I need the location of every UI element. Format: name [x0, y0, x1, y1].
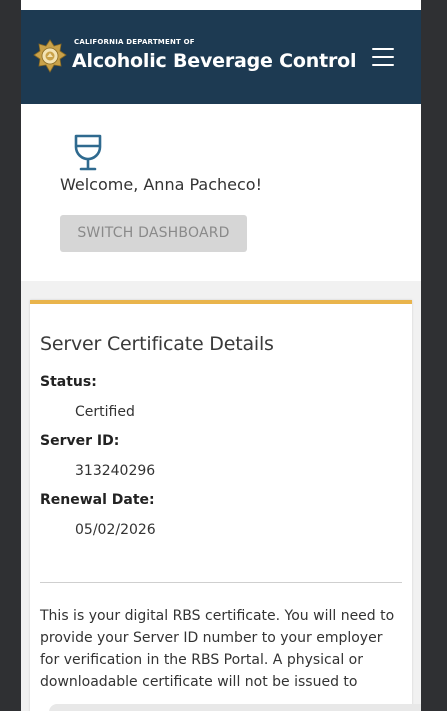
hamburger-menu-icon[interactable] — [372, 48, 394, 66]
server-id-label: Server ID: — [40, 433, 120, 449]
server-id-value: 313240296 — [75, 463, 156, 479]
status-value: Certified — [75, 404, 135, 420]
card-title: Server Certificate Details — [40, 333, 274, 355]
wine-glass-icon — [74, 134, 102, 171]
welcome-panel: Welcome, Anna Pacheco! SWITCH DASHBOARD — [21, 104, 421, 281]
certificate-notice: This is your digital RBS certificate. Yo… — [40, 608, 395, 690]
bottom-bar — [49, 704, 421, 711]
department-text: CALIFORNIA DEPARTMENT OF — [74, 38, 195, 46]
status-label: Status: — [40, 374, 97, 390]
renewal-date-label: Renewal Date: — [40, 492, 155, 508]
renewal-date-value: 05/02/2026 — [75, 522, 156, 538]
california-seal-badge-icon[interactable] — [33, 39, 67, 73]
site-header: CALIFORNIA DEPARTMENT OF Alcoholic Bever… — [21, 10, 421, 104]
agency-name[interactable]: Alcoholic Beverage Control — [72, 50, 356, 72]
welcome-message: Welcome, Anna Pacheco! — [60, 175, 262, 194]
switch-dashboard-button[interactable]: SWITCH DASHBOARD — [60, 215, 247, 252]
app-screen: CALIFORNIA DEPARTMENT OF Alcoholic Bever… — [21, 0, 421, 711]
top-strip — [21, 0, 421, 10]
divider — [40, 582, 402, 583]
server-certificate-card: Server Certificate Details Status: Certi… — [30, 300, 412, 711]
